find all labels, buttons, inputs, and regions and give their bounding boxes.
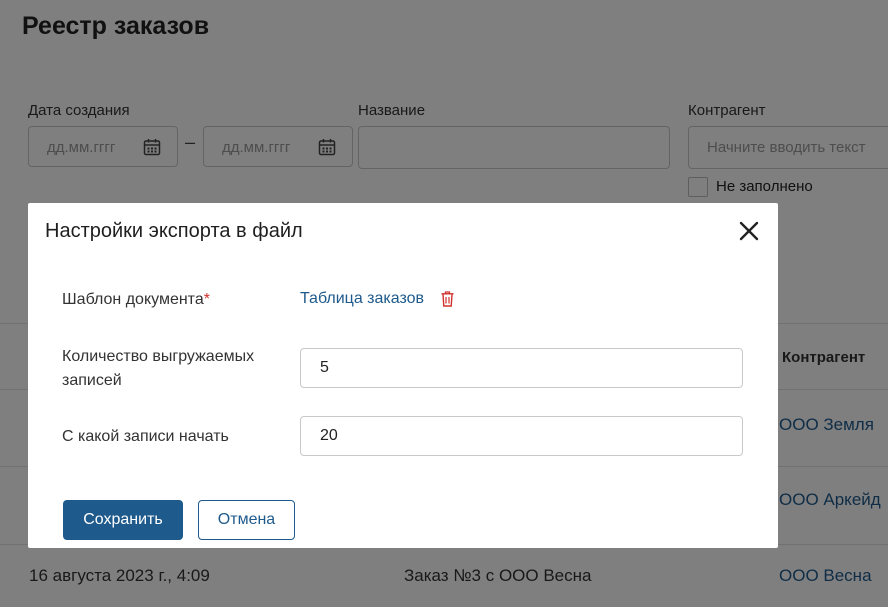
start-record-label: С какой записи начать — [62, 428, 229, 445]
records-count-input[interactable] — [300, 348, 743, 388]
close-icon[interactable] — [736, 218, 762, 244]
records-count-label: Количество выгружаемых записей — [62, 348, 255, 389]
save-button[interactable]: Сохранить — [63, 500, 183, 540]
required-asterisk: * — [203, 291, 210, 308]
dialog-title: Настройки экспорта в файл — [45, 220, 303, 242]
trash-icon[interactable] — [441, 291, 454, 307]
export-settings-dialog: Настройки экспорта в файл Шаблон докумен… — [28, 203, 778, 548]
template-field-label: Шаблон документа* — [62, 288, 210, 312]
cancel-button[interactable]: Отмена — [198, 500, 295, 540]
start-record-input[interactable] — [300, 416, 743, 456]
template-label-text: Шаблон документа — [62, 291, 204, 308]
template-document-link[interactable]: Таблица заказов — [300, 290, 424, 308]
